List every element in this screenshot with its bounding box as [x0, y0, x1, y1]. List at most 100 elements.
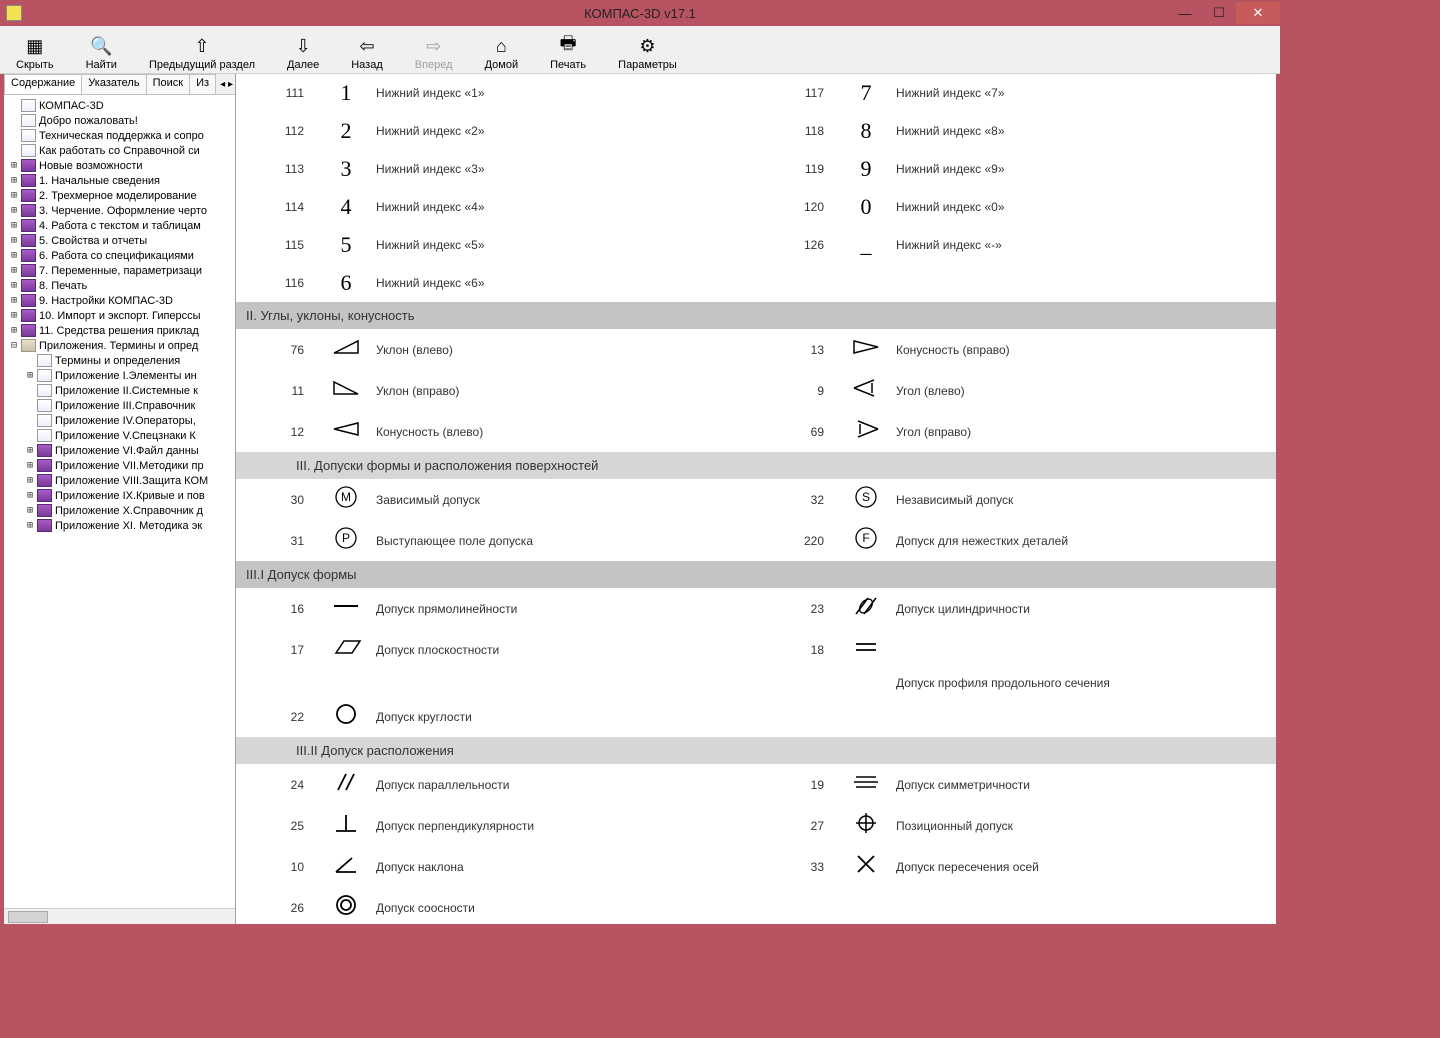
- options-icon: ⚙: [618, 35, 677, 57]
- toolbar-back[interactable]: ⇦Назад: [351, 35, 383, 71]
- close-button[interactable]: ✕: [1236, 2, 1280, 24]
- tree-node[interactable]: ⊞Приложение I.Элементы ин: [6, 368, 233, 383]
- tree-node[interactable]: ⊞2. Трехмерное моделирование: [6, 188, 233, 203]
- symbol-desc: Угол (вправо): [896, 425, 1276, 439]
- tree-node[interactable]: ⊞Приложение IX.Кривые и пов: [6, 488, 233, 503]
- tree-toggle[interactable]: ⊞: [8, 250, 20, 261]
- book-icon: [21, 279, 36, 292]
- tree-toggle[interactable]: ⊞: [24, 475, 36, 486]
- tree-node[interactable]: ⊞Новые возможности: [6, 158, 233, 173]
- symbol-desc: Уклон (влево): [376, 343, 756, 357]
- tree-toggle[interactable]: ⊞: [8, 235, 20, 246]
- tree-label: 3. Черчение. Оформление черто: [39, 205, 207, 217]
- tree-node[interactable]: ⊞ 9. Настройки КОМПАС-3D: [6, 293, 233, 308]
- section-header: III.II Допуск расположения: [236, 737, 1276, 764]
- tree-toggle[interactable]: ⊟: [8, 340, 20, 351]
- tree-label: Приложение III.Справочник: [55, 400, 195, 412]
- tree-node[interactable]: Техническая поддержка и сопро: [6, 128, 233, 143]
- titlebar[interactable]: КОМПАС-3D v17.1 — ☐ ✕: [0, 0, 1280, 26]
- toc-tree[interactable]: КОМПАС-3DДобро пожаловать!Техническая по…: [4, 95, 235, 908]
- toolbar-find[interactable]: 🔍Найти: [86, 35, 117, 71]
- table-row: 118 8 Нижний индекс «8»: [756, 112, 1276, 150]
- toolbar-print[interactable]: 🖶Печать: [550, 35, 586, 71]
- toolbar-prev[interactable]: ⇧Предыдущий раздел: [149, 35, 255, 71]
- tree-node[interactable]: Приложение II.Системные к: [6, 383, 233, 398]
- maximize-button[interactable]: ☐: [1202, 2, 1236, 24]
- minimize-button[interactable]: —: [1168, 2, 1202, 24]
- tree-node[interactable]: ⊞8. Печать: [6, 278, 233, 293]
- sidebar-hscroll[interactable]: [4, 908, 235, 924]
- tab-2[interactable]: Поиск: [146, 74, 190, 94]
- hscroll-thumb[interactable]: [8, 911, 48, 923]
- tree-label: 11. Средства решения приклад: [39, 325, 199, 337]
- tree-toggle[interactable]: ⊞: [8, 190, 20, 201]
- tree-node[interactable]: ⊞4. Работа с текстом и таблицам: [6, 218, 233, 233]
- tree-node[interactable]: ⊟Приложения. Термины и опред: [6, 338, 233, 353]
- tree-node[interactable]: ⊞6. Работа со спецификациями: [6, 248, 233, 263]
- table-row: Допуск профиля продольного сечения: [756, 670, 1276, 696]
- tree-node[interactable]: Приложение V.Спецзнаки К: [6, 428, 233, 443]
- tab-3[interactable]: Из: [189, 74, 216, 94]
- symbol-glyph: [316, 335, 376, 364]
- tree-toggle[interactable]: ⊞: [8, 295, 20, 306]
- tree-node[interactable]: ⊞Приложение X.Справочник д: [6, 503, 233, 518]
- tree-toggle[interactable]: ⊞: [8, 310, 20, 321]
- tree-toggle[interactable]: ⊞: [24, 520, 36, 531]
- tree-toggle[interactable]: ⊞: [8, 205, 20, 216]
- symbol-desc: Допуск соосности: [376, 901, 756, 915]
- tree-toggle[interactable]: ⊞: [8, 175, 20, 186]
- tree-node[interactable]: ⊞ 3. Черчение. Оформление черто: [6, 203, 233, 218]
- tree-node[interactable]: Добро пожаловать!: [6, 113, 233, 128]
- tree-toggle[interactable]: ⊞: [24, 445, 36, 456]
- symbol-code: 120: [756, 200, 836, 214]
- tree-toggle[interactable]: ⊞: [8, 160, 20, 171]
- toolbar-next[interactable]: ⇩Далее: [287, 35, 319, 71]
- table-row: 115 5 Нижний индекс «5»: [236, 226, 756, 264]
- tree-label: 9. Настройки КОМПАС-3D: [39, 295, 173, 307]
- tree-toggle[interactable]: ⊞: [24, 505, 36, 516]
- symbol-glyph: [836, 335, 896, 364]
- symbol-desc: Нижний индекс «6»: [376, 276, 756, 290]
- tree-node[interactable]: ⊞Приложение XI. Методика эк: [6, 518, 233, 533]
- main-content[interactable]: 111 1 Нижний индекс «1» 117 7 Нижний инд…: [236, 74, 1276, 924]
- sidebar-tabs: СодержаниеУказательПоискИз◂ ▸: [4, 74, 235, 95]
- tree-label: Приложение VIII.Защита КОМ: [55, 475, 208, 487]
- symbol-glyph: [316, 526, 376, 555]
- tree-node[interactable]: ⊞5. Свойства и отчеты: [6, 233, 233, 248]
- toolbar-hide[interactable]: ▦Скрыть: [16, 35, 54, 71]
- tree-node[interactable]: ⊞7. Переменные, параметризаци: [6, 263, 233, 278]
- tree-toggle[interactable]: ⊞: [24, 490, 36, 501]
- tree-node[interactable]: ⊞Приложение VII.Методики пр: [6, 458, 233, 473]
- tree-node[interactable]: ⊞10. Импорт и экспорт. Гиперссы: [6, 308, 233, 323]
- symbol-desc: Допуск параллельности: [376, 778, 756, 792]
- tab-0[interactable]: Содержание: [4, 74, 82, 94]
- tree-node[interactable]: ⊞1. Начальные сведения: [6, 173, 233, 188]
- tree-toggle[interactable]: ⊞: [24, 370, 36, 381]
- doc-icon: [21, 144, 36, 157]
- tree-node[interactable]: КОМПАС-3D: [6, 98, 233, 113]
- tree-node[interactable]: Как работать со Справочной си: [6, 143, 233, 158]
- symbol-code: 76: [236, 343, 316, 357]
- tree-node[interactable]: Приложение IV.Операторы,: [6, 413, 233, 428]
- tree-node[interactable]: Термины и определения: [6, 353, 233, 368]
- symbol-code: 112: [236, 124, 316, 138]
- tab-1[interactable]: Указатель: [81, 74, 146, 94]
- tree-node[interactable]: ⊞Приложение VI.Файл данны: [6, 443, 233, 458]
- symbol-code: 126: [756, 238, 836, 252]
- tree-node[interactable]: Приложение III.Справочник: [6, 398, 233, 413]
- tree-toggle[interactable]: ⊞: [8, 280, 20, 291]
- symbol-glyph: 1: [316, 80, 376, 106]
- tree-toggle[interactable]: ⊞: [8, 220, 20, 231]
- tree-toggle[interactable]: ⊞: [8, 325, 20, 336]
- tree-toggle[interactable]: ⊞: [8, 265, 20, 276]
- window-controls: — ☐ ✕: [1168, 2, 1280, 24]
- tab-scroll-arrows[interactable]: ◂ ▸: [218, 74, 235, 94]
- symbol-desc: Допуск для нежестких деталей: [896, 534, 1276, 548]
- tree-node[interactable]: ⊞ 11. Средства решения приклад: [6, 323, 233, 338]
- book-icon: [37, 489, 52, 502]
- toolbar-options[interactable]: ⚙Параметры: [618, 35, 677, 71]
- toolbar-home[interactable]: ⌂Домой: [485, 35, 519, 71]
- tree-toggle[interactable]: ⊞: [24, 460, 36, 471]
- tree-node[interactable]: ⊞ Приложение VIII.Защита КОМ: [6, 473, 233, 488]
- table-row: 17 Допуск плоскостности: [236, 629, 756, 670]
